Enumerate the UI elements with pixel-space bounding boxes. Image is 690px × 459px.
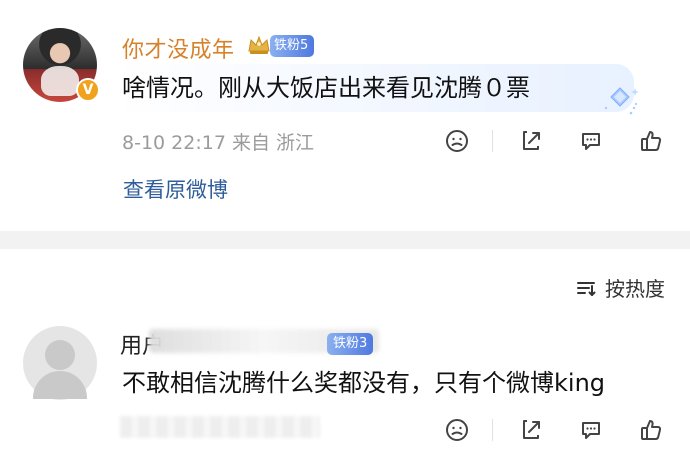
like-button[interactable]	[637, 416, 665, 444]
comment-button[interactable]	[577, 416, 605, 444]
dislike-face-icon	[446, 419, 468, 441]
sort-icon	[577, 281, 596, 296]
divider	[492, 419, 493, 441]
dislike-button[interactable]	[443, 127, 471, 155]
section-divider	[0, 231, 690, 249]
comment-icon	[582, 133, 600, 150]
sort-by-heat-button[interactable]: 按热度	[575, 273, 665, 302]
share-icon	[523, 420, 540, 439]
share-button[interactable]	[517, 416, 545, 444]
view-original-link[interactable]: 查看原微博	[123, 174, 228, 204]
comment-text: 不敢相信沈腾什么奖都没有，只有个微博king	[122, 369, 606, 397]
share-icon	[523, 131, 540, 150]
dislike-button[interactable]	[443, 416, 471, 444]
comment-icon	[582, 422, 600, 439]
like-button[interactable]	[637, 127, 665, 155]
blurred-comment-meta	[120, 416, 320, 438]
divider	[492, 130, 493, 152]
fan-badge: 铁粉3	[327, 333, 374, 355]
comment-meta: 8-10 22:17 来自 浙江	[122, 132, 314, 154]
avatar-head-shape	[45, 340, 75, 370]
comment-button[interactable]	[577, 127, 605, 155]
verified-badge-icon: V	[76, 78, 100, 102]
crown-icon	[248, 35, 270, 54]
username[interactable]: 你才没成年	[122, 32, 235, 64]
sort-label: 按热度	[605, 277, 665, 301]
like-icon	[641, 131, 662, 151]
like-icon	[641, 420, 662, 440]
comment-text: 啥情况。刚从大饭店出来看见沈腾０票	[122, 74, 530, 102]
fan-badge: 铁粉5	[270, 35, 315, 57]
diamond-icon	[604, 87, 639, 115]
share-button[interactable]	[517, 127, 545, 155]
dislike-face-icon	[446, 130, 468, 152]
